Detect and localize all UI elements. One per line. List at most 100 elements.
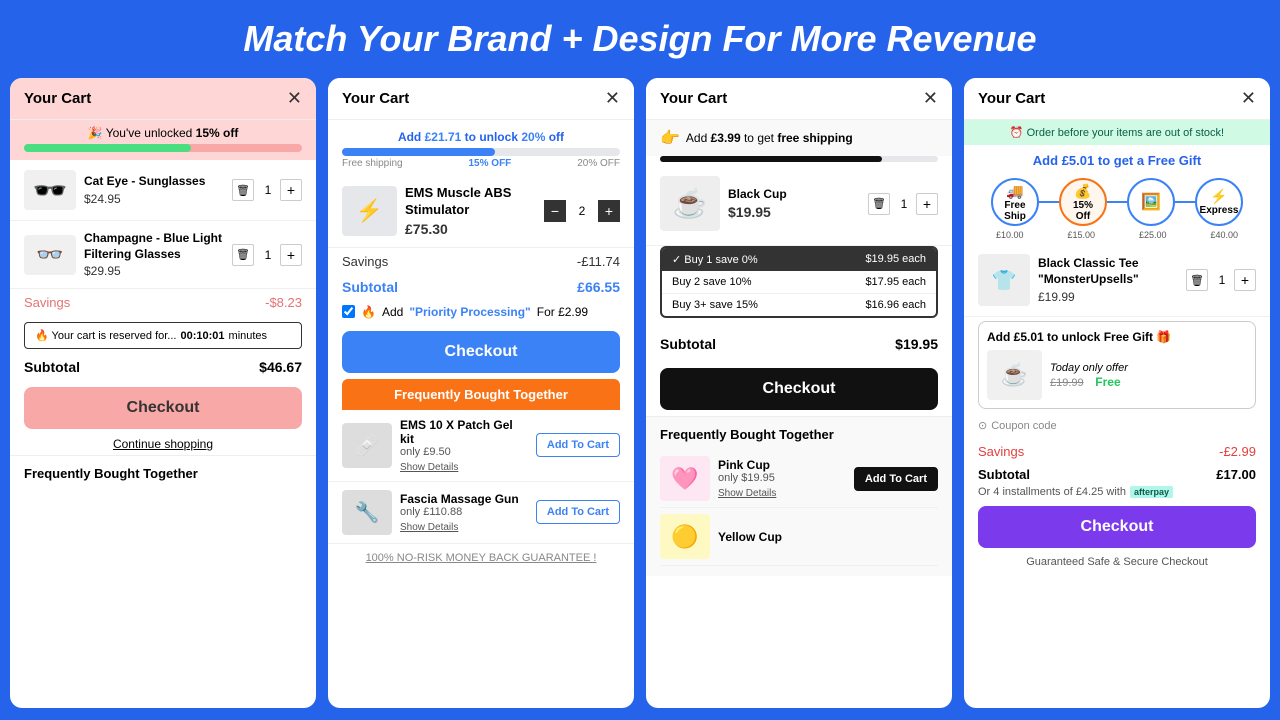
prog-line-2 — [1107, 201, 1127, 203]
panel1-reserved-banner: 🔥 Your cart is reserved for... 00:10:01 … — [24, 322, 302, 349]
item-image-ems: ⚡ — [342, 186, 397, 236]
qty-minus-ems[interactable]: − — [544, 200, 566, 222]
qty-control-1: 🗑 1 + — [232, 179, 302, 201]
fbt-show-details-1[interactable]: Show Details — [400, 462, 458, 473]
panel4-free-gift-title: Add £5.01 to unlock Free Gift 🎁 — [987, 330, 1247, 344]
panel2-title: Your Cart — [342, 90, 409, 107]
item-price-1: $24.95 — [84, 192, 224, 206]
item-name-ems: EMS Muscle ABS Stimulator — [405, 185, 536, 219]
panel1-continue-shopping[interactable]: Continue shopping — [10, 433, 316, 455]
fbt-add-to-cart-2[interactable]: Add To Cart — [536, 500, 620, 524]
prog-line-3 — [1175, 201, 1195, 203]
table-row: 👕 Black Classic Tee "MonsterUpsells" £19… — [964, 244, 1270, 317]
qty-control-cup: 🗑 1 + — [868, 193, 938, 215]
panel1-close-button[interactable]: ✕ — [287, 88, 302, 109]
fbt-item-details-1: EMS 10 X Patch Gel kit only £9.50 Show D… — [392, 418, 536, 473]
fbt-add-to-cart-1[interactable]: Add To Cart — [536, 433, 620, 457]
fbt-item-img-2: 🔧 — [342, 490, 392, 535]
item-details-ems: EMS Muscle ABS Stimulator £75.30 — [397, 185, 544, 237]
panel2-progress-bg — [342, 148, 620, 156]
prog-line-1 — [1039, 201, 1059, 203]
fbt-item-img-pink-cup: 🩷 — [660, 456, 710, 501]
priority-checkbox[interactable] — [342, 305, 355, 318]
panel4-installment-row: Or 4 installments of £4.25 with afterpay — [964, 484, 1270, 500]
free-gift-details: Today only offer £19.99 Free — [1050, 362, 1247, 389]
volume-discount-box: ✓ Buy 1 save 0% $19.95 each Buy 2 save 1… — [660, 246, 938, 318]
panel3-fbt-section: Frequently Bought Together 🩷 Pink Cup on… — [646, 416, 952, 576]
panel3-shipping-banner: 👉 Add £3.99 to get free shipping — [646, 120, 952, 156]
trash-button-2[interactable]: 🗑 — [232, 244, 254, 266]
panel2-close-button[interactable]: ✕ — [605, 88, 620, 109]
panel1-fbt-section: Frequently Bought Together — [10, 455, 316, 497]
fbt-item-name-pink-cup: Pink Cup — [718, 458, 846, 472]
fbt-item-price-1: only £9.50 — [400, 446, 528, 458]
table-row: 👓 Champagne - Blue Light Filtering Glass… — [10, 221, 316, 289]
panel1-checkout-button[interactable]: Checkout — [24, 387, 302, 429]
free-gift-item: ☕ Today only offer £19.99 Free — [987, 350, 1247, 400]
prog-circle-2: 💰 15%Off — [1059, 178, 1107, 226]
table-row: ☕ Black Cup $19.95 🗑 1 + — [646, 162, 952, 246]
free-gift-old-price: £19.99 — [1050, 377, 1084, 389]
glasses-icon: 👓 — [36, 242, 63, 268]
panel4-close-button[interactable]: ✕ — [1241, 88, 1256, 109]
prog-circle-1: 🚚 FreeShip — [991, 178, 1039, 226]
panel1-header: Your Cart ✕ — [10, 78, 316, 120]
panel2-guarantee: 100% NO-RISK MONEY BACK GUARANTEE ! — [328, 544, 634, 572]
item-name-shirt: Black Classic Tee "MonsterUpsells" — [1038, 256, 1178, 287]
fbt-show-pink-cup[interactable]: Show Details — [718, 488, 776, 499]
afterpay-badge: afterpay — [1130, 486, 1173, 498]
panel4-coupon-section: ⊙ Coupon code — [964, 413, 1270, 438]
fbt-item-name-yellow-cup: Yellow Cup — [718, 530, 930, 544]
item-details-2: Champagne - Blue Light Filtering Glasses… — [76, 231, 232, 278]
panel4-guaranteed-text: Guaranteed Safe & Secure Checkout — [964, 552, 1270, 572]
panel4-checkout-button[interactable]: Checkout — [978, 506, 1256, 548]
panel4-order-banner: ⏰ Order before your items are out of sto… — [964, 120, 1270, 145]
panel1-progress-fill — [24, 144, 191, 152]
qty-control-shirt: 🗑 1 + — [1186, 269, 1256, 291]
fbt-show-details-2[interactable]: Show Details — [400, 522, 458, 533]
qty-plus-cup[interactable]: + — [916, 193, 938, 215]
panel4-free-gift-box: Add £5.01 to unlock Free Gift 🎁 ☕ Today … — [978, 321, 1256, 409]
trash-button-cup[interactable]: 🗑 — [868, 193, 890, 215]
panel1-scroll: 🕶️ Cat Eye - Sunglasses $24.95 🗑 1 + 👓 — [10, 160, 316, 708]
list-item: 🩷 Pink Cup only $19.95 Show Details Add … — [660, 450, 938, 508]
panel3-checkout-button[interactable]: Checkout — [660, 368, 938, 410]
hand-icon: 👉 — [660, 128, 680, 148]
panel4-savings-row: Savings -£2.99 — [964, 438, 1270, 465]
trash-button-shirt[interactable]: 🗑 — [1186, 269, 1208, 291]
list-item: 🟡 Yellow Cup — [660, 508, 938, 566]
table-row: 🕶️ Cat Eye - Sunglasses $24.95 🗑 1 + — [10, 160, 316, 221]
panel2-scroll: ⚡ EMS Muscle ABS Stimulator £75.30 − 2 +… — [328, 175, 634, 708]
fbt-item-details-pink-cup: Pink Cup only $19.95 Show Details — [710, 458, 854, 499]
panel4-title: Your Cart — [978, 90, 1045, 107]
panel3-close-button[interactable]: ✕ — [923, 88, 938, 109]
panel4-header: Your Cart ✕ — [964, 78, 1270, 120]
fbt-item-price-pink-cup: only $19.95 — [718, 472, 846, 484]
prog-circle-3: 🖼️ — [1127, 178, 1175, 226]
fbt-add-pink-cup[interactable]: Add To Cart — [854, 467, 938, 491]
list-item: 🩹 EMS 10 X Patch Gel kit only £9.50 Show… — [328, 410, 634, 482]
panel-4: Your Cart ✕ ⏰ Order before your items ar… — [964, 78, 1270, 708]
qty-plus-2[interactable]: + — [280, 244, 302, 266]
panel1-progress-wrap — [10, 144, 316, 160]
item-price-cup: $19.95 — [728, 204, 860, 220]
item-price-shirt: £19.99 — [1038, 290, 1178, 304]
panel-1: Your Cart ✕ 🎉 You've unlocked 15% off 🕶️… — [10, 78, 316, 708]
qty-plus-1[interactable]: + — [280, 179, 302, 201]
fbt-item-name-1: EMS 10 X Patch Gel kit — [400, 418, 528, 446]
panel1-title: Your Cart — [24, 90, 91, 107]
item-image-cup: ☕ — [660, 176, 720, 231]
qty-value-1: 1 — [260, 183, 276, 197]
qty-plus-ems[interactable]: + — [598, 200, 620, 222]
panel2-checkout-button[interactable]: Checkout — [342, 331, 620, 373]
free-gift-label: Today only offer — [1050, 362, 1247, 374]
qty-plus-shirt[interactable]: + — [1234, 269, 1256, 291]
panels-row: Your Cart ✕ 🎉 You've unlocked 15% off 🕶️… — [0, 78, 1280, 718]
qty-control-2: 🗑 1 + — [232, 244, 302, 266]
panel2-progress-label: Add £21.71 to unlock 20% off — [342, 130, 620, 144]
panel2-savings-row: Savings -£11.74 — [328, 248, 634, 275]
trash-button-1[interactable]: 🗑 — [232, 179, 254, 201]
item-image-shirt: 👕 — [978, 254, 1030, 306]
panel1-progress-bg — [24, 144, 302, 152]
panel2-progress-fill — [342, 148, 495, 156]
